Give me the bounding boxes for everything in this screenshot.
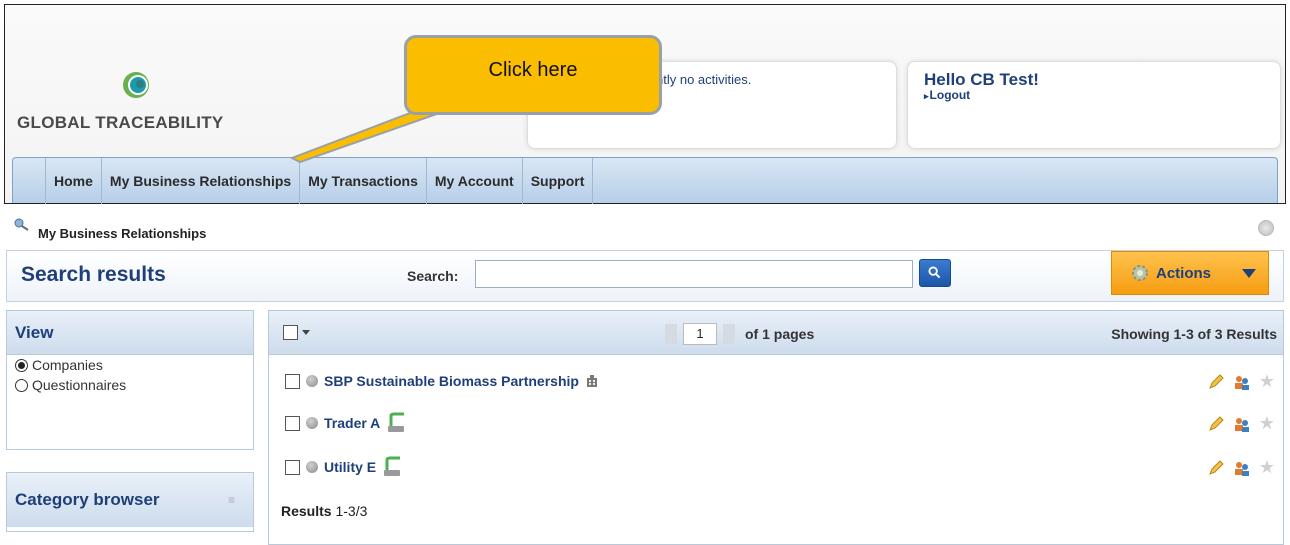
search-icon [928, 266, 941, 279]
brand-name: GLOBAL TRACEABILITY [17, 113, 224, 132]
results-toolbar: 1 of 1 pages Showing 1-3 of 3 Results [269, 311, 1283, 355]
results-footer-label: Results [281, 503, 332, 519]
user-panel: Hello CB Test! Logout [907, 61, 1281, 149]
category-browser-header[interactable]: Category browser ≡ [7, 473, 253, 527]
row-checkbox[interactable] [285, 373, 300, 389]
result-row: SBP Sustainable Biomass Partnership [285, 369, 599, 393]
edit-pencil-icon[interactable] [1207, 459, 1225, 477]
page-title: Search results [21, 263, 166, 286]
search-bar: Search results Search: Actions [6, 250, 1284, 302]
company-link[interactable]: SBP Sustainable Biomass Partnership [324, 373, 579, 389]
status-dot-icon [306, 417, 318, 429]
view-option-companies[interactable]: Companies [7, 355, 253, 375]
nav-my-account[interactable]: My Account [427, 157, 523, 204]
select-all-checkbox[interactable] [283, 325, 298, 340]
page-number-input[interactable]: 1 [683, 323, 717, 345]
collapse-icon[interactable]: ≡ [228, 473, 235, 527]
radio-questionnaires[interactable] [15, 378, 28, 392]
people-icon[interactable] [1233, 415, 1251, 433]
radio-companies[interactable] [15, 358, 28, 372]
logout-link[interactable]: Logout [924, 88, 971, 102]
results-footer-range: 1-3/3 [335, 503, 368, 519]
row-checkbox[interactable] [285, 415, 300, 431]
search-input[interactable] [475, 260, 913, 288]
star-icon[interactable]: ★ [1259, 413, 1275, 434]
gear-icon [1132, 265, 1148, 281]
global-traceability-logo[interactable]: GLOBAL TRACEABILITY [17, 71, 237, 141]
nav-support[interactable]: Support [523, 157, 594, 204]
breadcrumb: My Business Relationships [38, 226, 207, 241]
view-panel: View Companies Questionnaires [6, 310, 254, 450]
chevron-down-icon[interactable] [302, 330, 310, 335]
people-icon[interactable] [1233, 373, 1251, 391]
trader-icon [388, 412, 405, 432]
results-panel: 1 of 1 pages Showing 1-3 of 3 Results SB… [268, 310, 1284, 545]
star-icon[interactable]: ★ [1259, 457, 1275, 478]
radio-label: Companies [32, 357, 103, 373]
view-title: View [7, 311, 253, 355]
results-count: Showing 1-3 of 3 Results [1111, 326, 1277, 342]
click-here-callout: Click here [404, 35, 662, 115]
company-link[interactable]: Trader A [324, 415, 380, 431]
help-icon[interactable] [1258, 220, 1274, 236]
building-icon [586, 375, 597, 387]
row-actions: ★ [1207, 413, 1275, 434]
people-icon[interactable] [1233, 459, 1251, 477]
actions-button[interactable]: Actions [1111, 251, 1269, 295]
view-option-questionnaires[interactable]: Questionnaires [7, 375, 253, 395]
actions-label: Actions [1156, 264, 1212, 282]
next-page-button[interactable] [723, 324, 735, 344]
category-browser-panel: Category browser ≡ [6, 472, 254, 532]
page-count: of 1 pages [745, 326, 815, 342]
nav-my-transactions[interactable]: My Transactions [300, 157, 427, 204]
chevron-down-icon [1242, 269, 1256, 278]
status-dot-icon [306, 461, 318, 473]
pager: 1 of 1 pages [665, 323, 814, 345]
main-nav: Home My Business Relationships My Transa… [12, 157, 1278, 204]
callout-text: Click here [488, 59, 578, 81]
nav-my-business-relationships[interactable]: My Business Relationships [102, 157, 301, 204]
bulk-select[interactable] [283, 325, 310, 340]
result-row: Utility E [285, 455, 404, 479]
prev-page-button[interactable] [665, 324, 677, 344]
row-actions: ★ [1207, 371, 1275, 392]
row-checkbox[interactable] [285, 459, 300, 475]
user-greeting: Hello CB Test! [924, 70, 1039, 89]
star-icon[interactable]: ★ [1259, 371, 1275, 392]
results-footer: Results 1-3/3 [281, 503, 367, 519]
radio-label: Questionnaires [32, 377, 127, 393]
edit-pencil-icon[interactable] [1207, 415, 1225, 433]
logo-mark-icon [123, 72, 149, 98]
edit-pencil-icon[interactable] [1207, 373, 1225, 391]
company-link[interactable]: Utility E [324, 459, 376, 475]
status-dot-icon [306, 375, 318, 387]
row-actions: ★ [1207, 457, 1275, 478]
search-button[interactable] [919, 259, 951, 287]
nav-home[interactable]: Home [45, 157, 102, 204]
breadcrumb-icon [14, 218, 29, 231]
search-label: Search: [407, 268, 459, 284]
result-row: Trader A [285, 411, 408, 435]
category-browser-title: Category browser [15, 490, 160, 509]
trader-icon [384, 456, 401, 476]
activities-text: ntly no activities. [656, 72, 752, 87]
